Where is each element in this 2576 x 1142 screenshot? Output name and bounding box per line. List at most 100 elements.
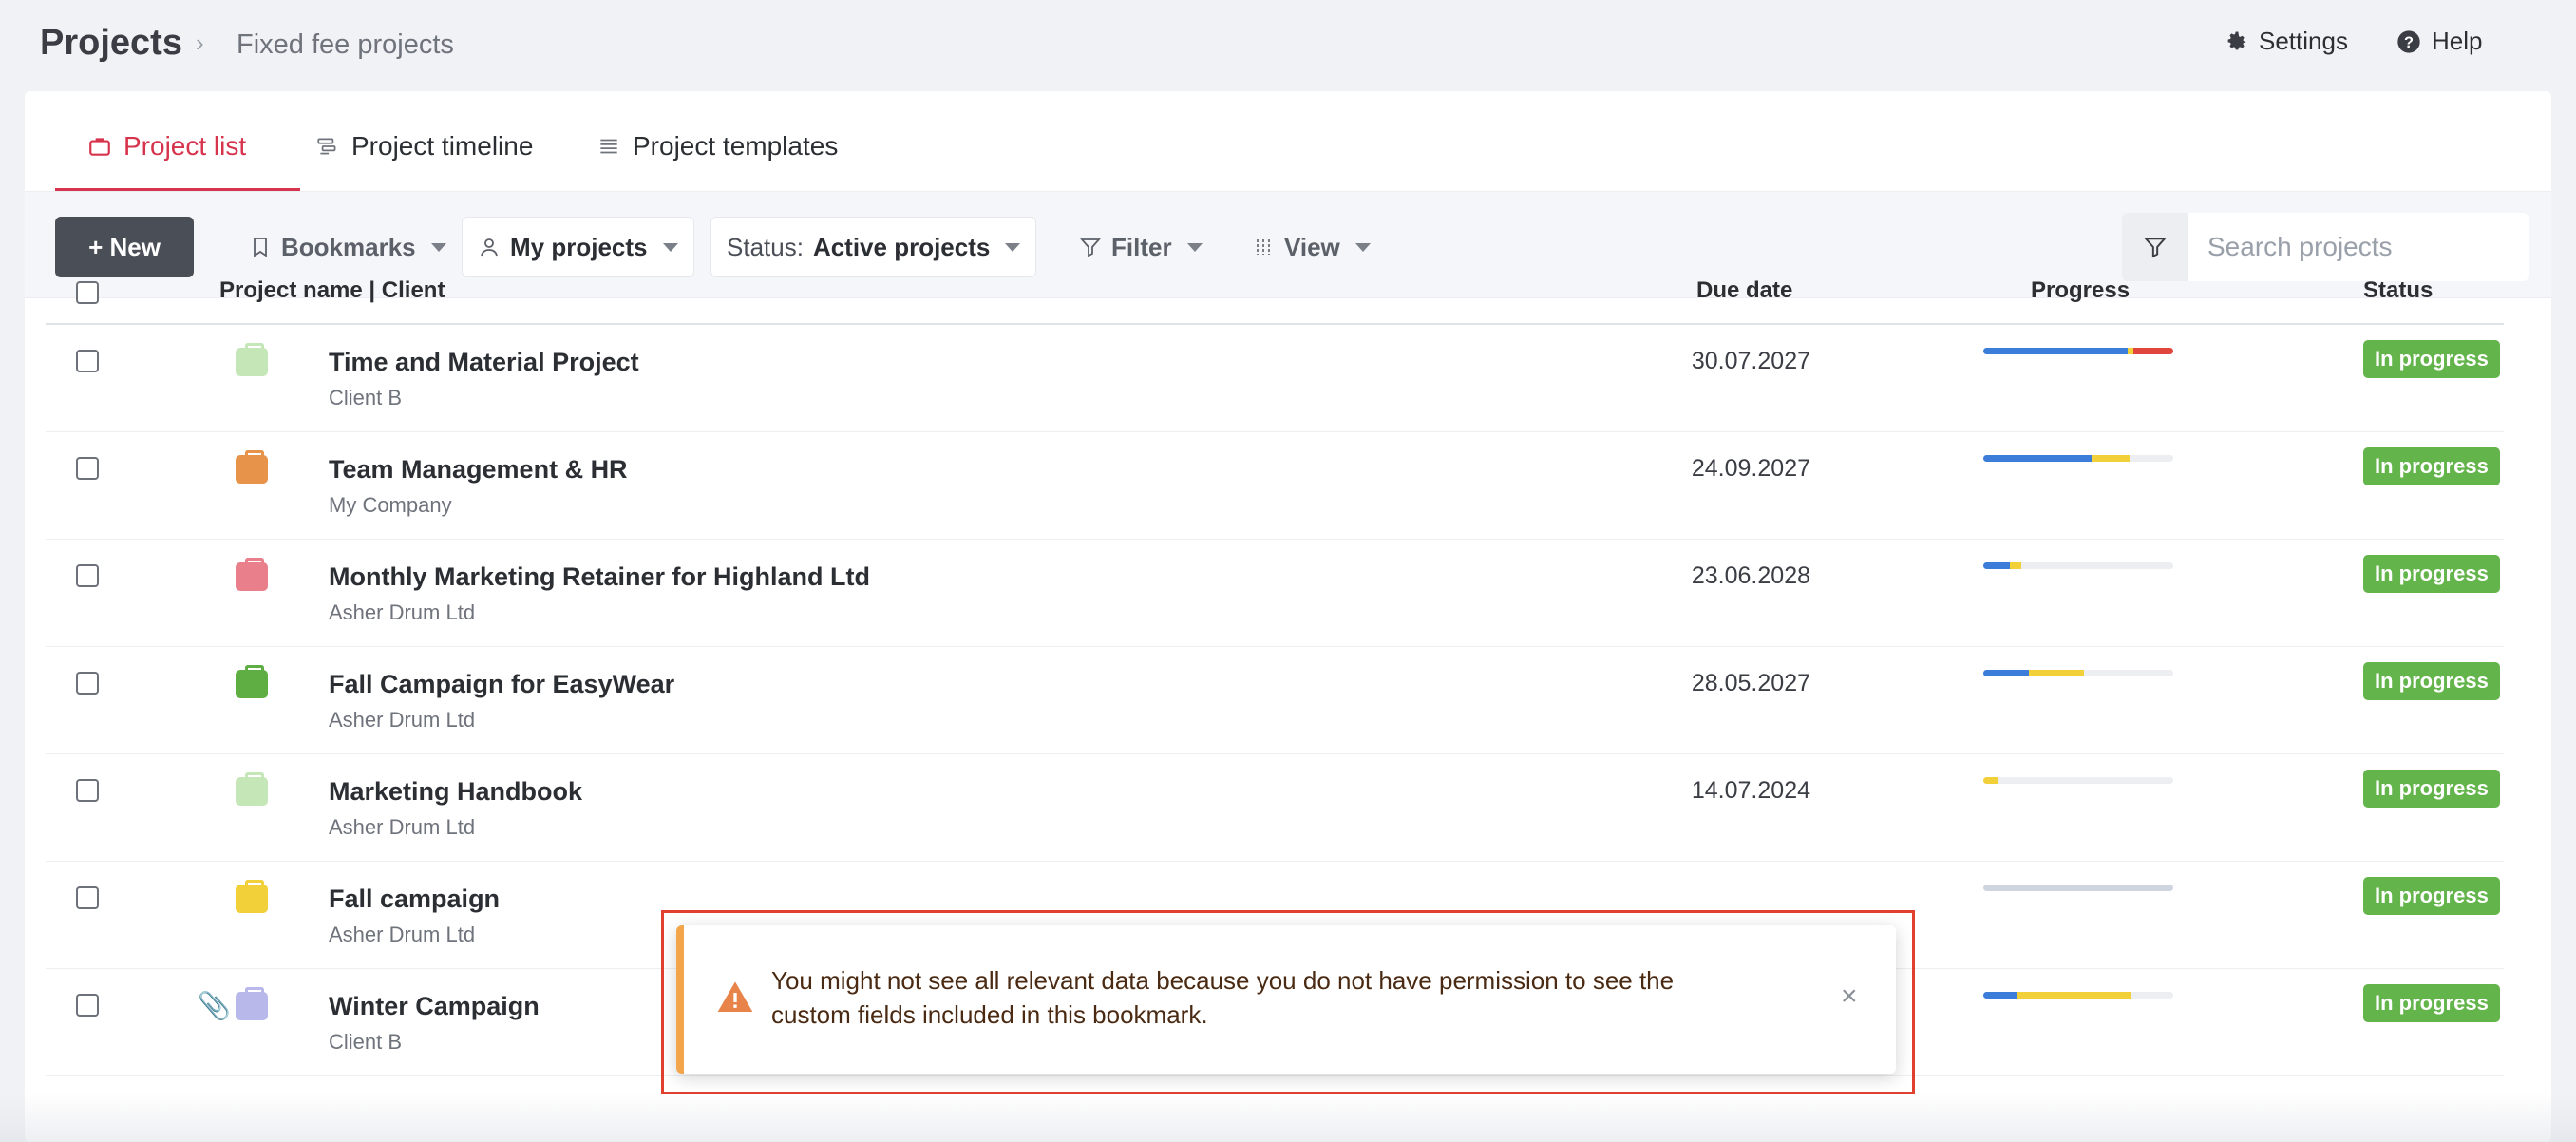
status-badge: In progress <box>2363 340 2500 378</box>
client-name: Client B <box>329 386 403 409</box>
tab-project-list[interactable]: Project list <box>87 125 246 167</box>
client-name: Asher Drum Ltd <box>329 600 476 624</box>
chevron-down-icon <box>1186 242 1203 252</box>
tab-label: Project list <box>123 131 247 161</box>
progress-segment <box>1983 348 2128 354</box>
list-icon <box>600 139 617 154</box>
progress-segment <box>2133 348 2173 354</box>
chevron-down-icon <box>662 242 678 252</box>
page-title: Projects <box>40 23 182 63</box>
help-label: Help <box>2432 27 2483 55</box>
svg-text:?: ? <box>2404 33 2414 50</box>
tab-project-templates[interactable]: Project templates <box>597 125 838 167</box>
table-row[interactable]: Team Management & HR My Company 24.09.2027… <box>46 432 2504 540</box>
chevron-down-icon <box>1354 242 1371 252</box>
briefcase-icon <box>236 880 268 913</box>
progress-segment <box>1983 670 2029 676</box>
briefcase-icon <box>236 558 268 591</box>
progress-bar <box>1983 670 2173 676</box>
attachment-icon: 📎 <box>198 991 231 1020</box>
project-name[interactable]: Winter Campaign <box>329 992 540 1021</box>
client-name: My Company <box>329 493 452 517</box>
progress-segment <box>1983 777 1998 784</box>
gear-icon <box>2227 31 2246 49</box>
table-row[interactable]: Time and Material Project Client B 30.07.2… <box>46 325 2504 432</box>
briefcase-icon <box>89 138 110 156</box>
timeline-icon <box>317 138 336 155</box>
bookmark-icon <box>254 238 267 257</box>
client-name: Asher Drum Ltd <box>329 708 476 732</box>
row-checkbox[interactable] <box>76 779 99 802</box>
settings-link[interactable]: Settings <box>2223 27 2348 56</box>
toast-message: You might not see all relevant data beca… <box>771 966 1675 1029</box>
status-badge: In progress <box>2363 447 2500 485</box>
column-header-progress[interactable]: Progress <box>2031 277 2130 304</box>
progress-bar <box>1983 348 2173 354</box>
column-header-status[interactable]: Status <box>2363 277 2433 304</box>
column-header-name[interactable]: Project name | Client <box>219 277 445 304</box>
briefcase-icon <box>236 343 268 376</box>
breadcrumb[interactable]: Fixed fee projects <box>237 29 454 61</box>
row-checkbox[interactable] <box>76 457 99 480</box>
status-badge: In progress <box>2363 877 2500 915</box>
row-checkbox[interactable] <box>76 672 99 695</box>
client-name: Client B <box>329 1030 403 1054</box>
due-date: 30.07.2027 <box>1691 348 1810 374</box>
table-row[interactable]: Monthly Marketing Retainer for Highland … <box>46 540 2504 647</box>
table-row[interactable]: Marketing Handbook Asher Drum Ltd 14.07.20… <box>46 754 2504 862</box>
user-icon <box>481 238 498 257</box>
select-all-checkbox[interactable] <box>76 281 99 304</box>
help-icon: ? <box>2397 29 2420 53</box>
briefcase-icon <box>236 987 268 1020</box>
tab-bar: Project list Project timeline Project te… <box>25 91 2551 192</box>
briefcase-icon <box>236 450 268 484</box>
briefcase-icon <box>236 665 268 698</box>
table-row[interactable]: Fall Campaign for EasyWear Asher Drum Ltd… <box>46 647 2504 754</box>
row-checkbox[interactable] <box>76 886 99 909</box>
project-name[interactable]: Time and Material Project <box>329 348 639 377</box>
funnel-icon <box>1080 238 1101 257</box>
progress-bar <box>1983 455 2173 462</box>
due-date: 23.06.2028 <box>1691 562 1810 589</box>
chevron-down-icon <box>1005 242 1021 252</box>
client-name: Asher Drum Ltd <box>329 815 476 839</box>
progress-segment <box>2010 562 2021 569</box>
project-name[interactable]: Monthly Marketing Retainer for Highland … <box>329 562 870 592</box>
table-header: Project name | Client Due date Progress … <box>46 257 2504 325</box>
progress-segment <box>1983 455 2092 462</box>
due-date: 28.05.2027 <box>1691 670 1810 696</box>
tab-label: Project templates <box>633 131 839 161</box>
project-name[interactable]: Marketing Handbook <box>329 777 582 807</box>
row-checkbox[interactable] <box>76 564 99 587</box>
status-badge: In progress <box>2363 662 2500 700</box>
breadcrumb-separator: › <box>196 29 204 57</box>
progress-bar <box>1983 562 2173 569</box>
permission-warning-toast: You might not see all relevant data beca… <box>676 925 1896 1074</box>
close-icon[interactable]: × <box>1841 982 1858 1011</box>
chevron-down-icon <box>430 242 446 252</box>
progress-segment <box>1983 562 2010 569</box>
status-badge: In progress <box>2363 555 2500 593</box>
status-badge: In progress <box>2363 984 2500 1022</box>
project-name[interactable]: Fall campaign <box>329 885 500 914</box>
project-name[interactable]: Team Management & HR <box>329 455 628 485</box>
project-name[interactable]: Fall Campaign for EasyWear <box>329 670 674 699</box>
due-date: 24.09.2027 <box>1691 455 1810 482</box>
column-header-due[interactable]: Due date <box>1696 277 1792 304</box>
row-checkbox[interactable] <box>76 994 99 1017</box>
row-checkbox[interactable] <box>76 350 99 372</box>
progress-bar <box>1983 992 2173 999</box>
progress-bar <box>1983 777 2173 784</box>
progress-segment <box>1983 885 2173 891</box>
progress-segment <box>2092 455 2130 462</box>
warning-icon <box>717 981 753 1012</box>
top-bar: Projects › Fixed fee projects Settings ?… <box>0 0 2576 91</box>
help-link[interactable]: ? Help <box>2396 27 2482 56</box>
active-tab-indicator <box>55 188 300 191</box>
client-name: Asher Drum Ltd <box>329 923 476 946</box>
briefcase-icon <box>236 772 268 806</box>
status-badge: In progress <box>2363 770 2500 808</box>
progress-segment <box>2017 992 2131 999</box>
tab-label: Project timeline <box>351 131 534 161</box>
tab-project-timeline[interactable]: Project timeline <box>315 125 533 167</box>
